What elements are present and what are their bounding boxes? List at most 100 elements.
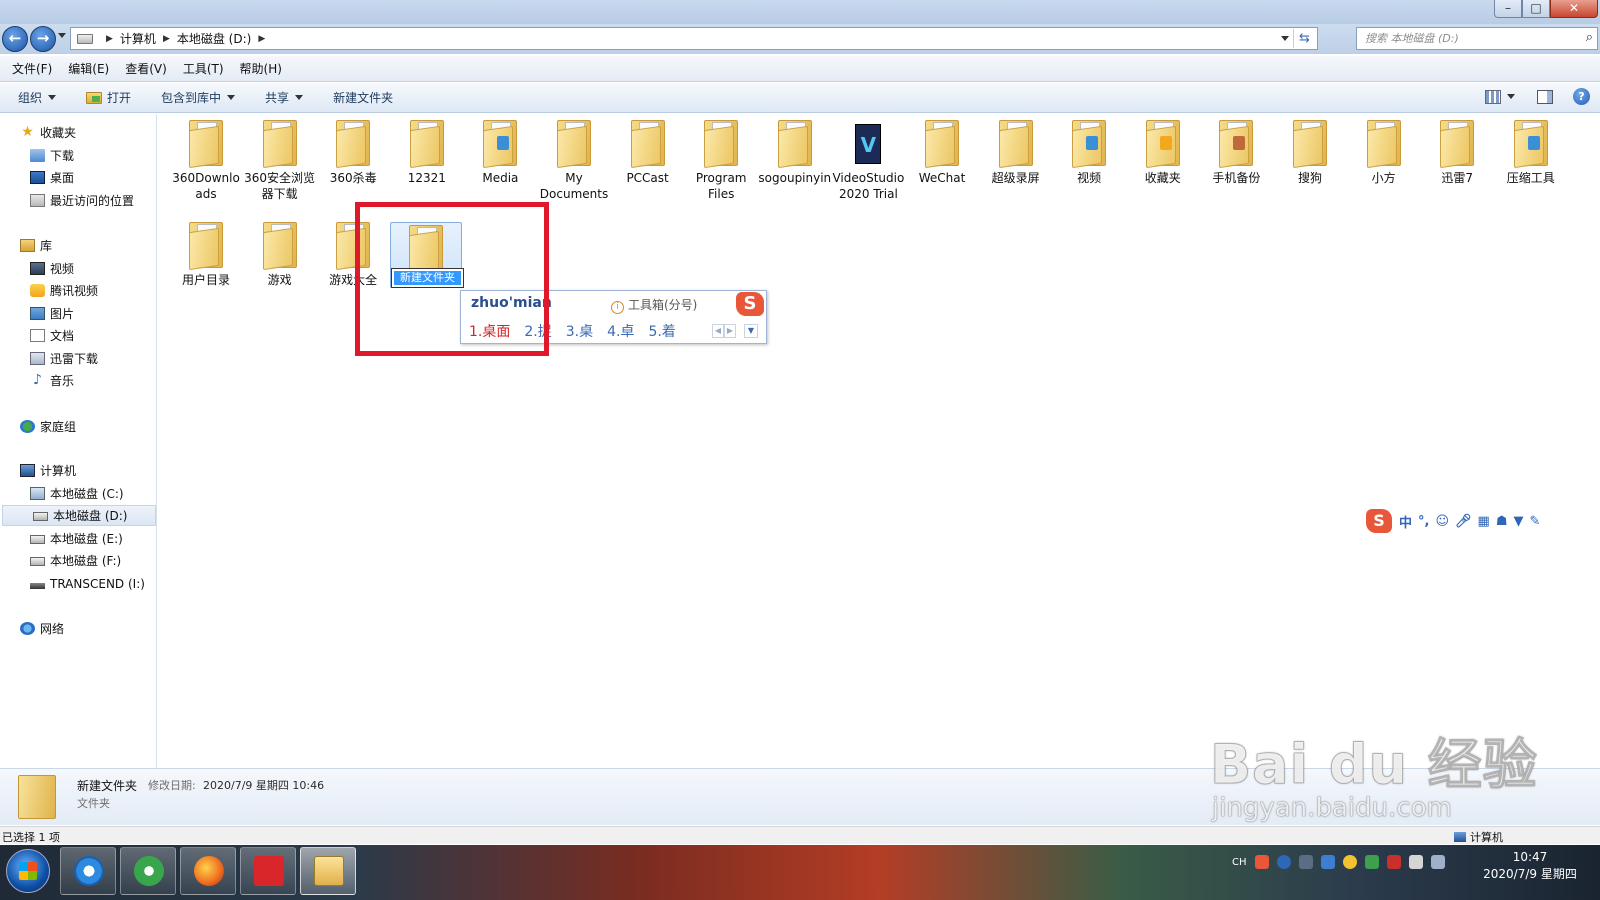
breadcrumb-separator-icon[interactable]: ▶ [258,34,265,44]
nav-pictures[interactable]: 图片 [0,303,157,324]
flag-tray-icon[interactable] [1386,855,1401,869]
new-folder-button[interactable]: 新建文件夹 [333,89,393,106]
file-item[interactable]: 搜狗 [1273,118,1347,186]
language-indicator[interactable]: CH [1232,857,1247,868]
skin-icon[interactable]: ▼ [1514,514,1524,529]
view-options-dropdown-icon[interactable] [1507,94,1515,99]
tool-icon[interactable]: ✎ [1530,514,1541,529]
ime-candidate[interactable]: 3.桌 [566,321,593,341]
menu-edit[interactable]: 编辑(E) [68,60,109,77]
open-button[interactable]: 打开 [86,89,131,106]
page-next-icon[interactable]: ▶ [724,324,736,338]
security-tray-icon[interactable] [1364,855,1379,869]
breadcrumb-separator-icon[interactable]: ▶ [106,34,113,44]
file-item[interactable]: My Documents [537,118,611,202]
ime-candidate[interactable]: 4.卓 [607,321,634,341]
nav-drive-e[interactable]: 本地磁盘 (E:) [0,528,157,549]
minimize-button[interactable]: – [1494,0,1522,18]
file-item[interactable]: 压缩工具 [1494,118,1568,186]
file-item[interactable]: 用户目录 [169,220,243,288]
nav-downloads[interactable]: 下载 [0,145,157,166]
breadcrumb-separator-icon[interactable]: ▶ [163,34,170,44]
refresh-icon[interactable]: ⇆ [1293,29,1315,48]
ime-toolbox[interactable]: i 工具箱(分号) [611,296,697,314]
qq-tray-icon[interactable] [1342,855,1357,869]
nav-music[interactable]: ♪ 音乐 [0,370,157,391]
nav-drive-i[interactable]: TRANSCEND (I:) [0,573,157,594]
nav-network[interactable]: 网络 [0,618,157,639]
punctuation-toggle[interactable]: °, [1418,514,1429,529]
include-in-library-button[interactable]: 包含到库中 [161,89,236,106]
file-item[interactable]: 超级录屏 [979,118,1053,186]
change-view-icon[interactable] [1485,89,1501,104]
file-item[interactable]: 迅雷7 [1420,118,1494,186]
file-item[interactable]: 12321 [390,118,464,186]
emoji-icon[interactable]: ☺ [1435,514,1449,529]
ime-candidate[interactable]: 5.着 [648,321,675,341]
file-item[interactable]: 收藏夹 [1126,118,1200,186]
user-icon[interactable]: ☗ [1496,514,1508,529]
taskbar-explorer-button[interactable] [300,847,356,895]
search-input[interactable] [1357,28,1567,49]
display-tray-icon[interactable] [1430,855,1445,869]
taskbar-firefox-button[interactable] [180,847,236,895]
expand-candidates-icon[interactable]: ▼ [744,324,758,338]
network-tray-icon[interactable] [1320,855,1335,869]
file-item[interactable]: 游戏 [243,220,317,288]
file-item[interactable]: Program Files [684,118,758,202]
nav-libraries[interactable]: 库 [0,235,157,256]
organize-button[interactable]: 组织 [18,89,57,106]
taskbar-browser-button[interactable] [120,847,176,895]
file-item[interactable]: 小方 [1347,118,1421,186]
breadcrumb-computer[interactable]: 计算机 [120,30,156,47]
file-item[interactable]: 手机备份 [1199,118,1273,186]
close-button[interactable]: ✕ [1550,0,1598,18]
file-item[interactable]: 360Downloads [169,118,243,202]
maximize-button[interactable]: □ [1522,0,1550,18]
nav-drive-f[interactable]: 本地磁盘 (F:) [0,550,157,571]
nav-xunlei-downloads[interactable]: 迅雷下载 [0,348,157,369]
nav-recent-places[interactable]: 最近访问的位置 [0,190,157,211]
sogou-logo-icon[interactable]: S [1366,509,1392,533]
share-button[interactable]: 共享 [265,89,304,106]
file-item[interactable]: 视频 [1052,118,1126,186]
breadcrumb-drive-d[interactable]: 本地磁盘 (D:) [177,30,251,47]
nav-drive-d[interactable]: 本地磁盘 (D:) [2,505,156,526]
file-item[interactable]: Media [463,118,537,186]
file-item[interactable]: PCCast [611,118,685,186]
chinese-mode-toggle[interactable]: 中 [1399,512,1412,531]
forward-button[interactable]: → [30,26,56,52]
nav-computer[interactable]: 计算机 [0,460,157,481]
menu-help[interactable]: 帮助(H) [240,60,282,77]
volume-icon[interactable] [1408,855,1423,869]
taskbar-ie-button[interactable] [60,847,116,895]
nav-drive-c[interactable]: 本地磁盘 (C:) [0,483,157,504]
menu-view[interactable]: 查看(V) [125,60,167,77]
back-button[interactable]: ← [2,26,28,52]
help-tray-icon[interactable] [1276,855,1291,869]
menu-file[interactable]: 文件(F) [12,60,52,77]
file-item[interactable]: 360杀毒 [316,118,390,186]
address-bar[interactable]: ▶ 计算机 ▶ 本地磁盘 (D:) ▶ ⇆ [70,27,1318,50]
menu-tools[interactable]: 工具(T) [183,60,224,77]
address-history-dropdown-icon[interactable] [1281,36,1289,41]
tray-overflow-icon[interactable] [1298,855,1313,869]
nav-videos[interactable]: 视频 [0,258,157,279]
page-prev-icon[interactable]: ◀ [712,324,724,338]
preview-pane-icon[interactable] [1537,89,1553,104]
file-item[interactable]: 360安全浏览器下载 [243,118,317,202]
search-icon[interactable]: ⌕ [1586,30,1593,45]
nav-documents[interactable]: 文档 [0,325,157,346]
mic-icon[interactable]: 🎤︎ [1455,514,1472,529]
sogou-tray-icon[interactable] [1254,855,1269,869]
start-button[interactable] [6,849,50,893]
clock[interactable]: 10:47 2020/7/9 星期四 [1470,849,1590,883]
file-item[interactable]: sogoupinyin [758,118,832,186]
nav-favorites[interactable]: ★ 收藏夹 [0,122,157,143]
file-item[interactable]: WeChat [905,118,979,186]
recent-pages-dropdown-icon[interactable] [58,33,66,38]
nav-homegroup[interactable]: 家庭组 [0,416,157,437]
help-icon[interactable]: ? [1573,88,1590,105]
keyboard-icon[interactable]: ▦ [1478,514,1490,529]
file-item[interactable]: V VideoStudio 2020 Trial [831,118,905,202]
